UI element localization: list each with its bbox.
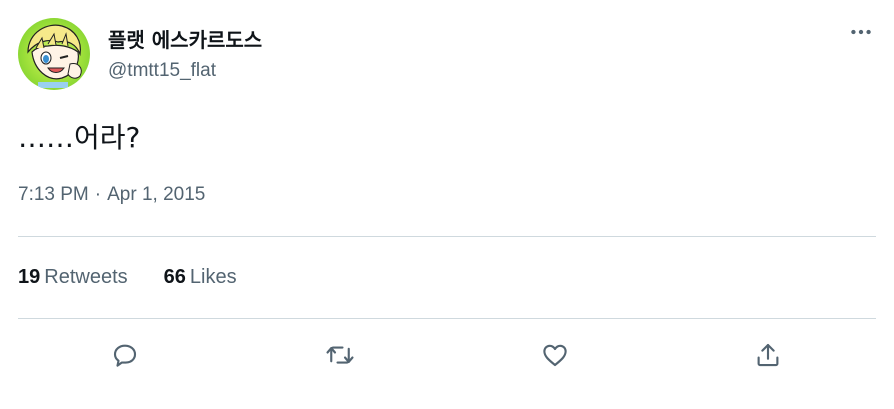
timestamp-time: 7:13 PM bbox=[18, 184, 89, 205]
divider bbox=[18, 236, 876, 237]
tweet-card: 플랫 에스카르도스 @tmtt15_flat ……어라? 7:13 PM · Apr… bbox=[0, 0, 894, 409]
tweet-timestamp[interactable]: 7:13 PM · Apr 1, 2015 bbox=[18, 184, 205, 206]
likes-stat[interactable]: 66 Likes bbox=[164, 266, 237, 289]
tweet-stats: 19 Retweets 66 Likes bbox=[18, 266, 237, 289]
retweets-stat[interactable]: 19 Retweets bbox=[18, 266, 128, 289]
reply-icon bbox=[113, 344, 137, 367]
heart-icon bbox=[543, 344, 567, 367]
likes-label: Likes bbox=[189, 266, 237, 288]
avatar-image bbox=[27, 24, 82, 88]
retweets-label: Retweets bbox=[44, 266, 128, 288]
more-horizontal-icon bbox=[851, 29, 871, 35]
timestamp-date: Apr 1, 2015 bbox=[107, 184, 206, 205]
divider bbox=[18, 318, 876, 319]
share-icon bbox=[757, 343, 779, 367]
timestamp-separator: · bbox=[94, 184, 102, 205]
tweet-text: ……어라? bbox=[18, 121, 141, 154]
retweet-icon bbox=[326, 346, 354, 364]
reply-button[interactable] bbox=[106, 336, 144, 374]
tweet-actions-bar bbox=[18, 336, 876, 374]
retweet-button[interactable] bbox=[321, 336, 359, 374]
author-handle[interactable]: @tmtt15_flat bbox=[108, 60, 216, 82]
retweets-count: 19 bbox=[18, 266, 41, 288]
likes-count: 66 bbox=[163, 266, 186, 288]
more-options-button[interactable] bbox=[846, 20, 876, 44]
author-display-name[interactable]: 플랫 에스카르도스 bbox=[108, 24, 262, 53]
share-button[interactable] bbox=[749, 336, 787, 374]
like-button[interactable] bbox=[536, 336, 574, 374]
avatar[interactable] bbox=[18, 18, 90, 90]
